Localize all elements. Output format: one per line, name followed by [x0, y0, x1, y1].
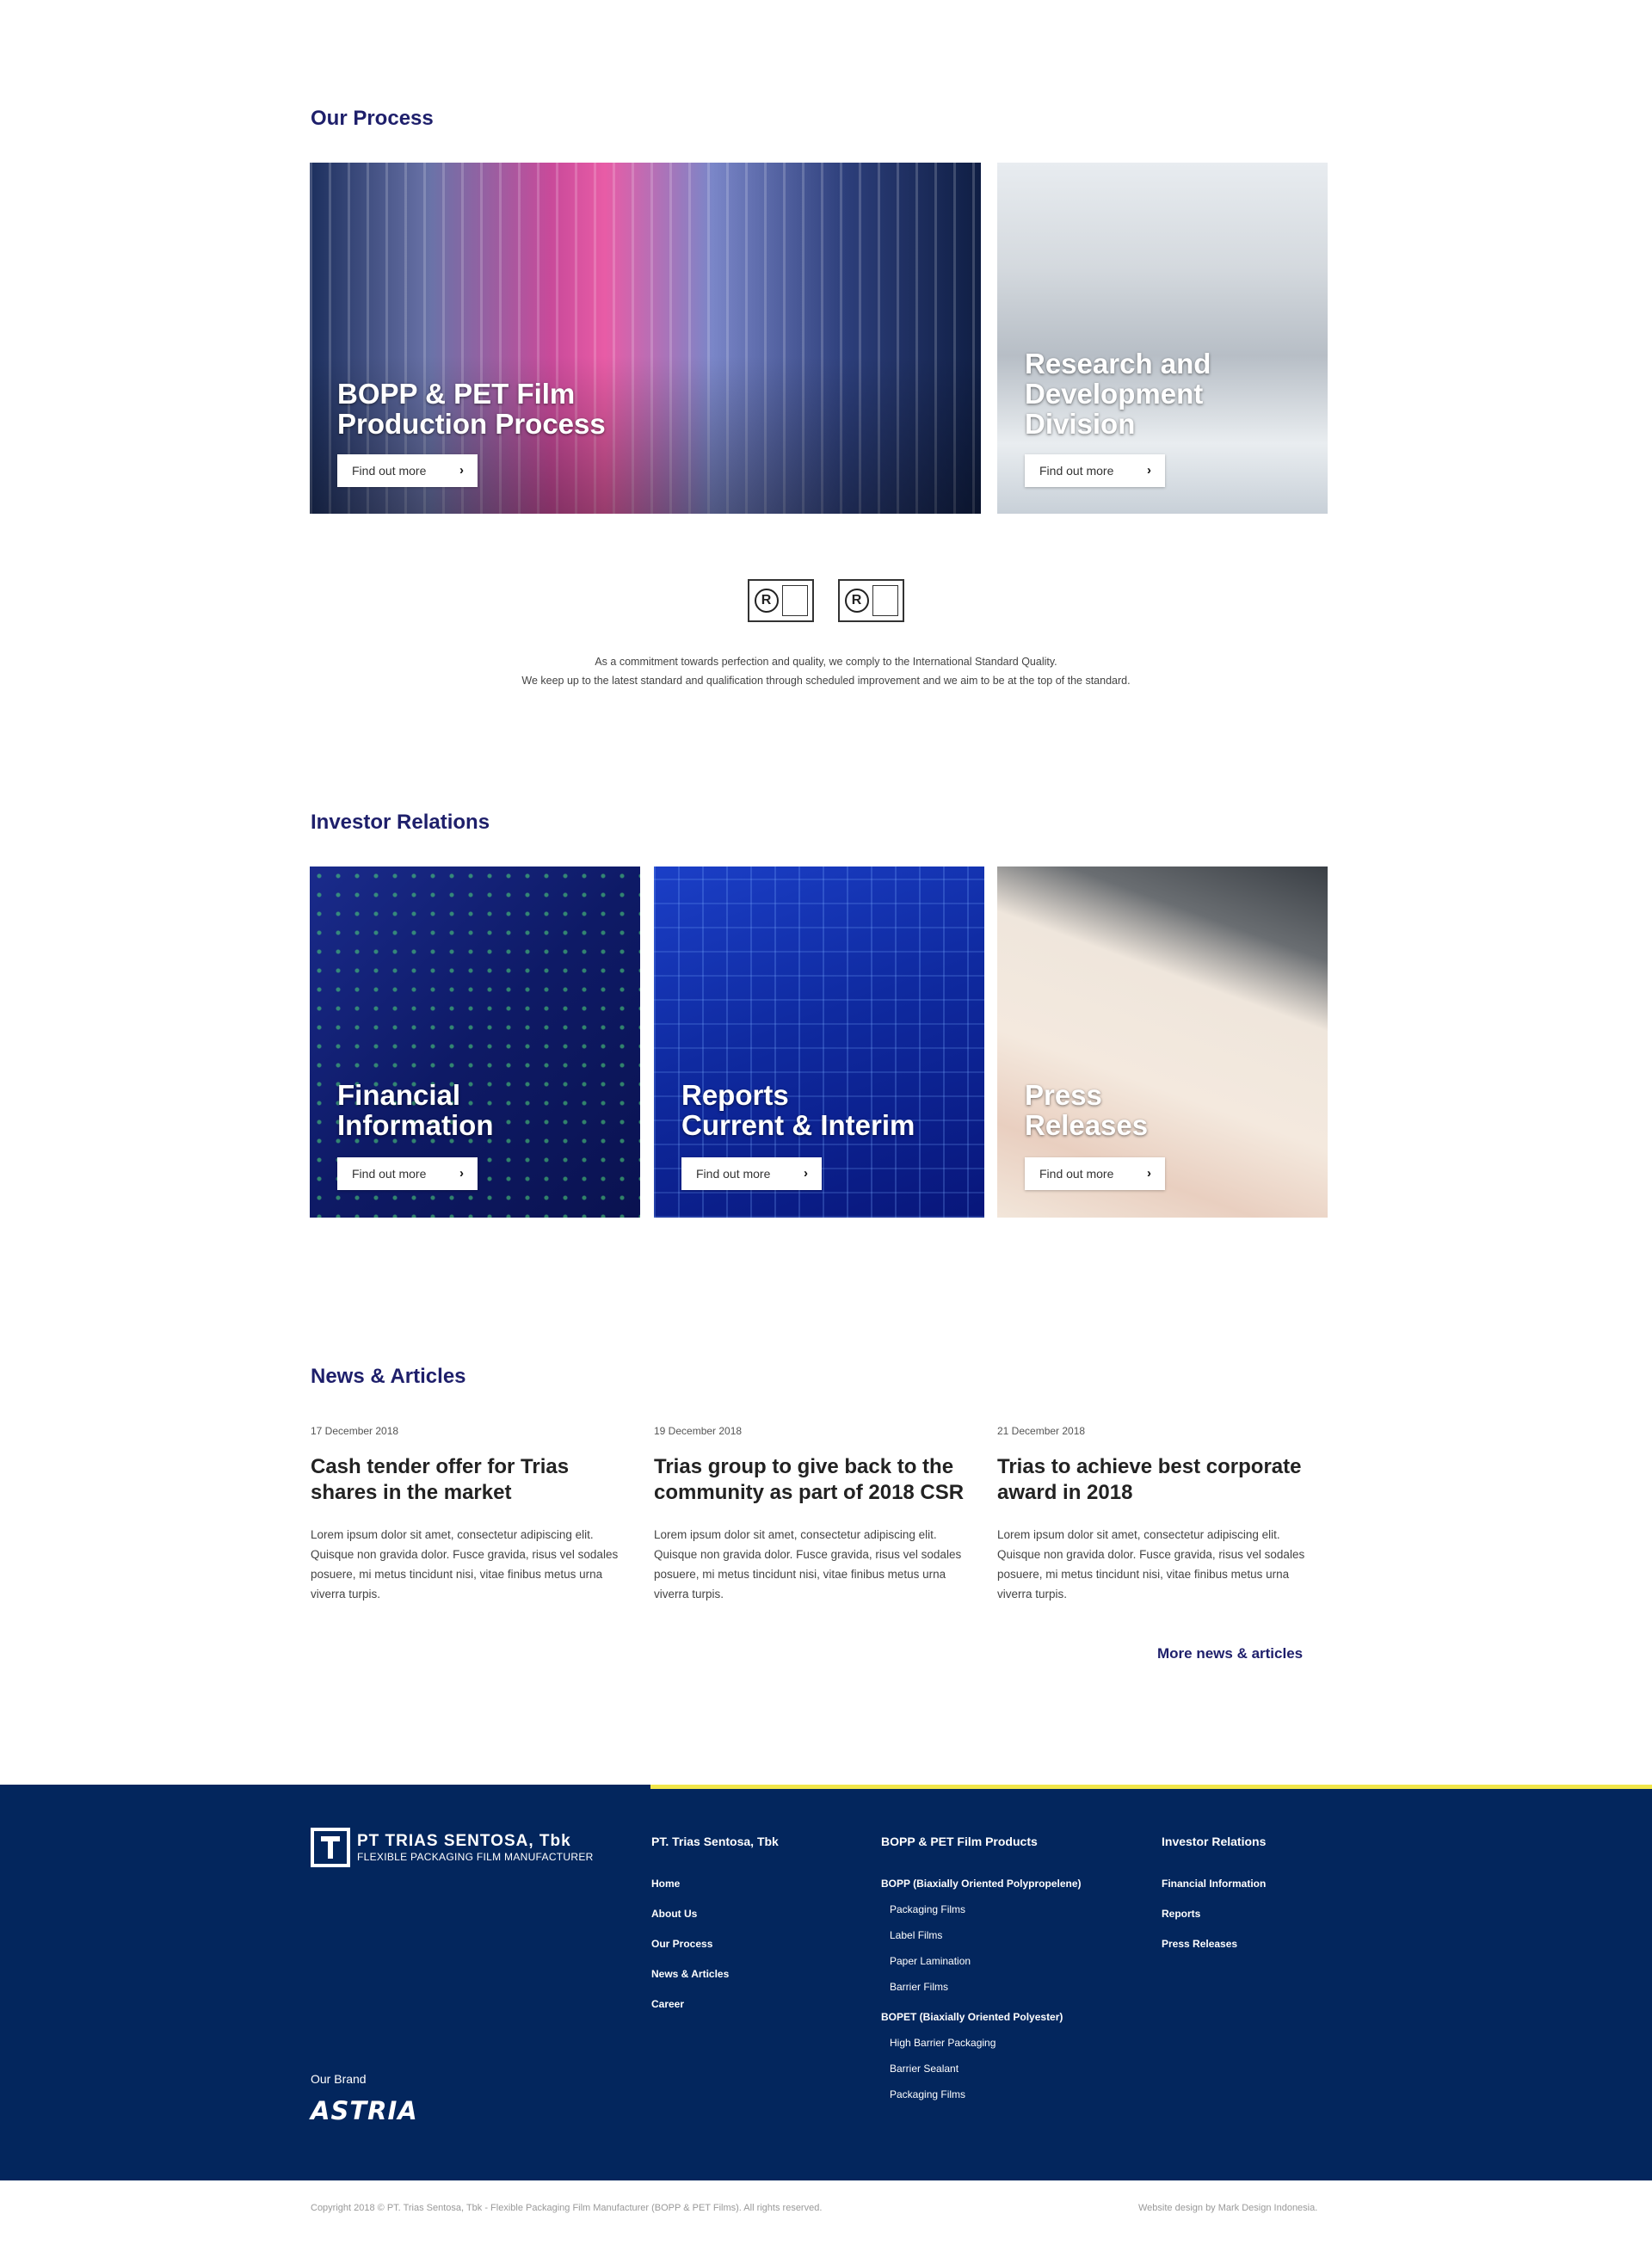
production-find-out-more-button[interactable]: Find out more › — [337, 454, 478, 487]
footer-link-career[interactable]: Career — [651, 1998, 684, 2010]
financial-find-out-more-button[interactable]: Find out more › — [337, 1157, 478, 1190]
iso-certificate-badge: R — [838, 579, 904, 622]
copyright-text: Copyright 2018 © PT. Trias Sentosa, Tbk … — [311, 2203, 823, 2213]
bopp-pet-production-card[interactable]: BOPP & PET Film Production Process Find … — [310, 163, 981, 514]
footer-investor-column: Investor Relations Financial Information… — [1162, 1835, 1334, 1950]
footer-link-paper-lamination[interactable]: Paper Lamination — [890, 1955, 971, 1967]
design-credit[interactable]: Website design by Mark Design Indonesia. — [1138, 2203, 1317, 2213]
footer: PT TRIAS SENTOSA, Tbk FLEXIBLE PACKAGING… — [0, 1785, 1652, 2180]
logo-company-name: PT TRIAS SENTOSA, Tbk — [357, 1832, 571, 1850]
press-card-title: Press Releases — [1025, 1079, 1149, 1141]
financial-information-card[interactable]: Financial Information Find out more › — [310, 867, 640, 1218]
news-date: 21 December 2018 — [997, 1425, 1086, 1437]
certification-badges: R R — [0, 579, 1652, 622]
reports-find-out-more-button[interactable]: Find out more › — [681, 1157, 822, 1190]
footer-column-heading: Investor Relations — [1162, 1835, 1267, 1848]
chevron-right-icon: › — [1147, 463, 1151, 478]
news-excerpt: Lorem ipsum dolor sit amet, consectetur … — [997, 1528, 1305, 1600]
footer-column-heading: BOPP & PET Film Products — [881, 1835, 1038, 1848]
chevron-right-icon: › — [459, 463, 464, 478]
news-item[interactable]: 21 December 2018 Trias to achieve best c… — [997, 1425, 1316, 1604]
footer-products-column: BOPP & PET Film Products BOPP (Biaxially… — [881, 1835, 1122, 2100]
footer-link-label-films[interactable]: Label Films — [890, 1929, 942, 1941]
footer-link-news-articles[interactable]: News & Articles — [651, 1968, 729, 1980]
production-card-title: BOPP & PET Film Production Process — [337, 378, 606, 440]
research-development-card[interactable]: Research and Development Division Find o… — [997, 163, 1328, 514]
news-date: 19 December 2018 — [654, 1425, 743, 1437]
footer-link-packaging-films-pet[interactable]: Packaging Films — [890, 2088, 965, 2100]
footer-link-barrier-films[interactable]: Barrier Films — [890, 1981, 948, 1993]
footer-company-column: PT. Trias Sentosa, Tbk Home About Us Our… — [651, 1835, 779, 2010]
footer-link-about-us[interactable]: About Us — [651, 1908, 697, 1920]
press-releases-card[interactable]: Press Releases Find out more › — [997, 867, 1328, 1218]
news-item[interactable]: 19 December 2018 Trias group to give bac… — [654, 1425, 972, 1604]
research-find-out-more-button[interactable]: Find out more › — [1025, 454, 1165, 487]
financial-card-title: Financial Information — [337, 1079, 494, 1141]
footer-accent-bar — [650, 1785, 1652, 1789]
news-title[interactable]: Cash tender offer for Trias shares in th… — [311, 1454, 629, 1506]
footer-link-home[interactable]: Home — [651, 1878, 680, 1890]
chevron-right-icon: › — [1147, 1166, 1151, 1181]
footer-link-high-barrier-packaging[interactable]: High Barrier Packaging — [890, 2037, 996, 2049]
chevron-right-icon: › — [804, 1166, 808, 1181]
footer-link-bopet[interactable]: BOPET (Biaxially Oriented Polyester) — [881, 2011, 1063, 2023]
reports-card[interactable]: Reports Current & Interim Find out more › — [654, 867, 984, 1218]
news-excerpt: Lorem ipsum dolor sit amet, consectetur … — [654, 1528, 962, 1600]
news-excerpt: Lorem ipsum dolor sit amet, consectetur … — [311, 1528, 619, 1600]
news-articles-heading: News & Articles — [311, 1365, 466, 1388]
news-date: 17 December 2018 — [311, 1425, 399, 1437]
investor-relations-heading: Investor Relations — [311, 811, 490, 834]
iso-certificate-badge: R — [748, 579, 814, 622]
footer-link-our-process[interactable]: Our Process — [651, 1938, 712, 1950]
chevron-right-icon: › — [459, 1166, 464, 1181]
logo-tagline: FLEXIBLE PACKAGING FILM MANUFACTURER — [357, 1851, 594, 1863]
news-title[interactable]: Trias to achieve best corporate award in… — [997, 1454, 1316, 1506]
footer-link-bopp[interactable]: BOPP (Biaxially Oriented Polypropelene) — [881, 1878, 1082, 1890]
news-item[interactable]: 17 December 2018 Cash tender offer for T… — [311, 1425, 629, 1604]
quality-statement: As a commitment towards perfection and q… — [521, 656, 1131, 687]
news-title[interactable]: Trias group to give back to the communit… — [654, 1454, 972, 1506]
footer-link-barrier-sealant[interactable]: Barrier Sealant — [890, 2063, 959, 2075]
company-logo[interactable]: PT TRIAS SENTOSA, Tbk FLEXIBLE PACKAGING… — [311, 1828, 594, 1867]
footer-column-heading: PT. Trias Sentosa, Tbk — [651, 1835, 779, 1848]
more-news-link[interactable]: More news & articles — [1157, 1645, 1303, 1662]
astria-brand-logo[interactable]: ASTRIA — [311, 2096, 418, 2125]
footer-link-packaging-films[interactable]: Packaging Films — [890, 1903, 965, 1915]
footer-link-press-releases[interactable]: Press Releases — [1162, 1938, 1237, 1950]
our-process-heading: Our Process — [311, 107, 434, 130]
trias-logo-icon — [311, 1828, 350, 1867]
research-card-title: Research and Development Division — [1025, 348, 1211, 440]
footer-link-reports[interactable]: Reports — [1162, 1908, 1200, 1920]
reports-card-title: Reports Current & Interim — [681, 1079, 915, 1141]
our-brand-label: Our Brand — [311, 2072, 367, 2086]
press-find-out-more-button[interactable]: Find out more › — [1025, 1157, 1165, 1190]
footer-link-financial-information[interactable]: Financial Information — [1162, 1878, 1266, 1890]
